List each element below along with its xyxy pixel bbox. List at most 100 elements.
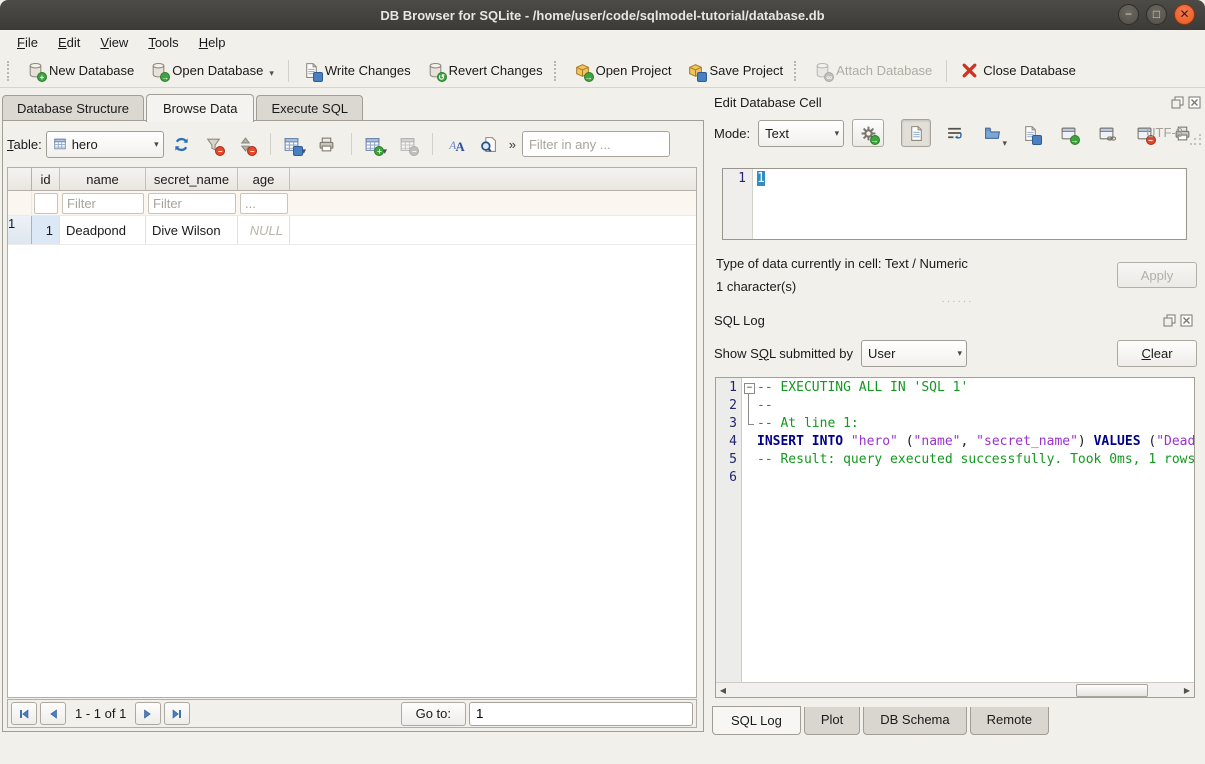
open-database-button[interactable]: → Open Database ▾ [142,58,282,83]
copy-link-button[interactable] [1091,119,1121,147]
cell-editor[interactable]: 1 1 [722,168,1187,240]
menu-help[interactable]: Help [190,32,235,53]
scrollbar-thumb[interactable] [1076,684,1148,697]
menu-edit[interactable]: Edit [49,32,89,53]
close-dock-icon[interactable] [1180,314,1193,327]
text-mode-button[interactable] [901,119,931,147]
tab-database-structure[interactable]: Database Structure [2,95,144,121]
menu-view[interactable]: View [91,32,137,53]
auto-switch-mode-button[interactable]: → [852,119,884,147]
sql-source-select[interactable]: User ▾ [861,340,967,367]
column-header-age[interactable]: age [238,168,290,190]
revert-changes-icon: ↺ [427,62,444,79]
toolbar-drag-handle[interactable] [554,61,559,81]
goto-button[interactable]: Go to: [401,702,466,726]
export-data-button[interactable] [1015,119,1045,147]
cell-char-count: 1 character(s) [716,279,796,294]
insert-record-button[interactable]: +▾ [362,131,390,157]
import-data-button[interactable]: ▾ [977,119,1007,147]
browse-data-frame: Table: hero ▾ − − ▾ +▾ − [2,120,704,732]
filter-secret-name-input[interactable] [148,193,236,214]
menu-tools[interactable]: Tools [139,32,187,53]
cell-secret-name[interactable]: Dive Wilson [146,216,238,244]
cell-editor-content[interactable]: 1 [757,171,765,186]
sql-log-hscrollbar[interactable]: ◀ ▶ [716,682,1194,697]
clear-filter-icon: − [205,136,222,153]
grid-header: id name secret_name age [8,168,696,191]
close-dock-icon[interactable] [1188,96,1201,109]
cell-id[interactable]: 1 [32,216,60,244]
record-range-label: 1 - 1 of 1 [69,706,132,721]
print-button[interactable] [313,131,341,157]
mode-select[interactable]: Text ▾ [758,120,844,147]
find-in-table-button[interactable] [475,131,503,157]
float-dock-icon[interactable] [1163,314,1176,327]
font-settings-button[interactable] [443,131,471,157]
scroll-right-icon[interactable]: ▶ [1180,684,1194,697]
refresh-icon [173,136,190,153]
last-record-icon [171,708,183,720]
print-icon [318,136,335,153]
toolbar-drag-handle[interactable] [7,61,12,81]
find-icon [480,136,497,153]
clear-log-button[interactable]: Clear [1117,340,1197,367]
tab-plot[interactable]: Plot [804,707,860,735]
resize-grip[interactable] [1190,134,1202,146]
clear-filters-button[interactable]: − [200,131,228,157]
next-record-button[interactable] [135,702,161,725]
open-in-app-icon: → [1060,125,1077,142]
first-record-button[interactable] [11,702,37,725]
table-select[interactable]: hero ▾ [46,131,164,158]
new-database-button[interactable]: + New Database [19,58,142,83]
filter-name-input[interactable] [62,193,144,214]
cell-age[interactable]: NULL [238,216,290,244]
save-project-icon [687,62,704,79]
goto-input[interactable] [469,702,693,726]
save-project-button[interactable]: Save Project [679,58,791,83]
column-header-secret-name[interactable]: secret_name [146,168,238,190]
minimize-icon[interactable]: − [1118,4,1139,25]
sql-log-view[interactable]: 123456 -- EXECUTING ALL IN 'SQL 1'---- A… [715,377,1195,698]
filter-age-input[interactable] [240,193,288,214]
clear-sort-button[interactable]: − [232,131,260,157]
cell-name[interactable]: Deadpond [60,216,146,244]
edit-cell-toolbar: Mode: Text ▾ → ▾ → − [714,118,1197,148]
tab-execute-sql[interactable]: Execute SQL [256,95,363,121]
menu-file[interactable]: File [8,32,47,53]
refresh-button[interactable] [168,131,196,157]
table-row: 1 1 Deadpond Dive Wilson NULL [8,216,696,245]
chevron-down-icon: ▾ [827,128,840,139]
previous-record-button[interactable] [40,702,66,725]
write-changes-button[interactable]: Write Changes [295,58,419,83]
main-toolbar: + New Database → Open Database ▾ Write C… [0,54,1205,88]
open-database-dropdown-icon[interactable]: ▾ [269,68,274,79]
browse-data-pane: Database Structure Browse Data Execute S… [0,88,705,764]
filter-any-column-input[interactable] [522,131,670,157]
save-file-icon [1022,125,1039,142]
revert-changes-button[interactable]: ↺ Revert Changes [419,58,551,83]
last-record-button[interactable] [164,702,190,725]
toolbar-overflow-button[interactable]: » [507,137,518,152]
clear-sort-icon: − [237,136,254,153]
float-dock-icon[interactable] [1171,96,1184,109]
tab-browse-data[interactable]: Browse Data [146,94,254,122]
row-header[interactable]: 1 [8,216,32,244]
open-project-button[interactable]: → Open Project [566,58,680,83]
maximize-icon[interactable]: □ [1146,4,1167,25]
tab-remote[interactable]: Remote [970,707,1050,735]
close-icon[interactable]: ✕ [1174,4,1195,25]
tab-sql-log[interactable]: SQL Log [712,706,801,735]
titlebar[interactable]: DB Browser for SQLite - /home/user/code/… [0,0,1205,30]
toolbar-drag-handle[interactable] [794,61,799,81]
filter-id-input[interactable] [34,193,58,214]
dock-splitter-handle[interactable]: ······ [710,298,1205,306]
close-database-button[interactable]: Close Database [953,58,1084,83]
scroll-left-icon[interactable]: ◀ [716,684,730,697]
column-header-id[interactable]: id [32,168,60,190]
open-external-button[interactable]: → [1053,119,1083,147]
apply-button[interactable]: Apply [1117,262,1197,288]
word-wrap-button[interactable] [939,119,969,147]
save-results-button[interactable]: ▾ [281,131,309,157]
column-header-name[interactable]: name [60,168,146,190]
tab-db-schema[interactable]: DB Schema [863,707,966,735]
